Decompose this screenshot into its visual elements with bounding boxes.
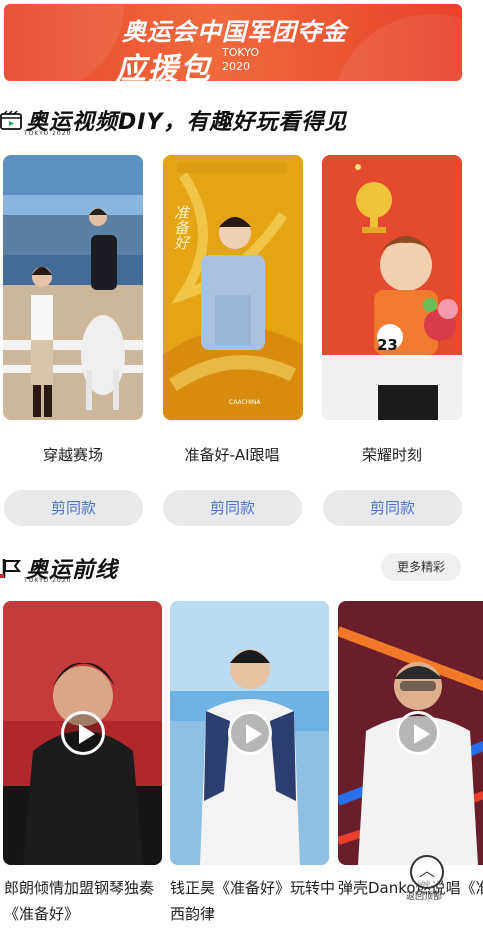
video-title[interactable]: 郎朗倾情加盟钢琴独奏《准备好》: [4, 875, 169, 927]
diy-card-equestrian[interactable]: [3, 155, 143, 420]
make-same-button[interactable]: 剪同款: [163, 490, 302, 526]
section-title: 奥运视频DIY，有趣好玩看得见: [26, 110, 348, 135]
diy-card-glory[interactable]: 23: [322, 155, 462, 420]
more-button[interactable]: 更多精彩: [381, 553, 461, 581]
bib-number: 23: [377, 336, 398, 354]
video-card-danko[interactable]: [338, 601, 483, 865]
flag-icon: [0, 557, 22, 579]
overlay-text: 准备好: [172, 205, 190, 250]
diy-card-ai-sing[interactable]: 准备好 CAACHINA: [163, 155, 303, 420]
video-card-langlang[interactable]: [3, 601, 162, 865]
back-to-top-button[interactable]: ︿: [410, 855, 444, 889]
card-title: 荣耀时刻: [361, 446, 422, 464]
video-card-qianzhenghao[interactable]: [170, 601, 329, 865]
make-same-button[interactable]: 剪同款: [323, 490, 462, 526]
banner-year-text: 2020: [222, 60, 250, 73]
play-icon[interactable]: [395, 711, 440, 755]
chevron-up-icon: ︿: [418, 861, 435, 880]
video-clip-icon: [0, 109, 22, 131]
banner-tokyo-text: TOKYO: [222, 46, 259, 59]
promo-banner[interactable]: 奥运会中国军团夺金 应援包 TOKYO 2020: [4, 4, 462, 81]
play-icon[interactable]: [60, 711, 105, 755]
card-title: 穿越赛场: [42, 446, 103, 464]
section-subtitle: TOKYO 2020: [24, 130, 72, 137]
ai-sing-thumbnail: [163, 155, 303, 420]
make-same-button[interactable]: 剪同款: [4, 490, 143, 526]
video-title[interactable]: 钱正昊《准备好》玩转中西韵律: [170, 875, 335, 927]
back-to-top-label: 返回顶部: [406, 892, 443, 902]
banner-subtitle: 应援包: [116, 52, 212, 81]
card-logo-text: CAACHINA: [229, 399, 261, 406]
banner-title: 奥运会中国军团夺金: [122, 18, 347, 46]
section-subtitle: TOKYO 2020: [24, 577, 72, 584]
play-icon[interactable]: [227, 711, 272, 755]
equestrian-thumbnail: [3, 155, 143, 420]
card-title: 准备好-AI跟唱: [184, 446, 280, 464]
glory-thumbnail: [322, 155, 462, 420]
banner-tokyo-label: TOKYO 2020: [222, 46, 259, 74]
